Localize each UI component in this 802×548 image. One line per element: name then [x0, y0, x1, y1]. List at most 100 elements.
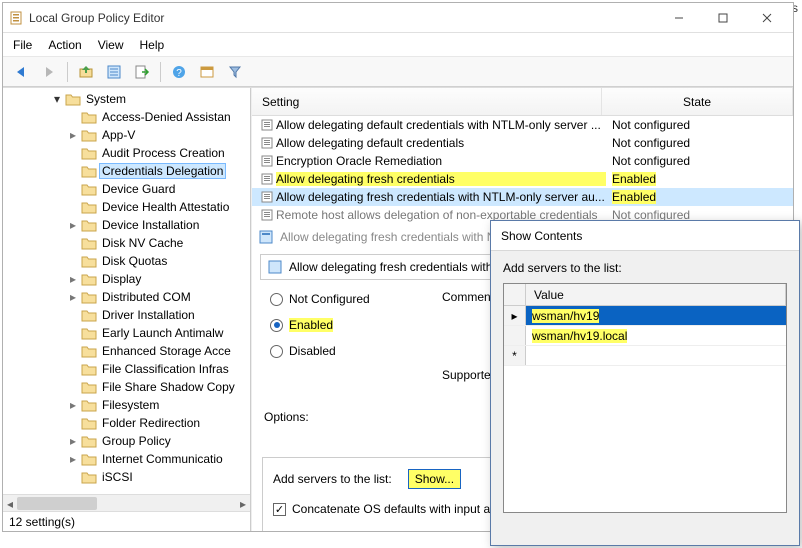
tree-item[interactable]: Folder Redirection — [3, 414, 250, 432]
tree-item[interactable]: iSCSI — [3, 468, 250, 486]
concat-checkbox[interactable]: ✓ — [273, 503, 286, 516]
list-body[interactable]: Allow delegating default credentials wit… — [252, 116, 793, 224]
minimize-button[interactable] — [657, 5, 701, 31]
tree-item[interactable]: Credentials Delegation — [3, 162, 250, 180]
chevron-right-icon[interactable]: ▸ — [67, 272, 79, 286]
chevron-right-icon[interactable]: ▸ — [67, 290, 79, 304]
setting-icon — [258, 118, 276, 132]
chevron-down-icon[interactable]: ▾ — [51, 92, 63, 106]
tree-item[interactable]: Early Launch Antimalw — [3, 324, 250, 342]
tree-label: Disk NV Cache — [99, 235, 186, 251]
tree-item[interactable]: ▸Filesystem — [3, 396, 250, 414]
col-state[interactable]: State — [602, 88, 793, 115]
tree-item[interactable]: Device Health Attestatio — [3, 198, 250, 216]
list-row[interactable]: Allow delegating default credentials wit… — [252, 116, 793, 134]
setting-icon — [258, 154, 276, 168]
list-row[interactable]: Allow delegating default credentialsNot … — [252, 134, 793, 152]
menu-file[interactable]: File — [13, 38, 32, 52]
grid-row[interactable]: wsman/hv19.local — [504, 326, 786, 346]
popup-title[interactable]: Show Contents — [491, 221, 799, 251]
tree-item[interactable]: ▸Device Installation — [3, 216, 250, 234]
list-header: Setting State — [252, 88, 793, 116]
tree-item[interactable]: File Classification Infras — [3, 360, 250, 378]
show-contents-window[interactable]: Show Contents Add servers to the list: V… — [490, 220, 800, 546]
back-button[interactable] — [9, 60, 33, 84]
add-servers-label: Add servers to the list: — [273, 472, 392, 486]
svg-text:?: ? — [176, 68, 182, 79]
tree-item[interactable]: Disk Quotas — [3, 252, 250, 270]
tree-label: iSCSI — [99, 469, 136, 485]
detail-button[interactable] — [102, 60, 126, 84]
tree-label: Credentials Delegation — [99, 163, 226, 179]
tree-item[interactable]: File Share Shadow Copy — [3, 378, 250, 396]
setting-name: Allow delegating fresh credentials — [276, 172, 606, 186]
tree-view[interactable]: ▾SystemAccess-Denied Assistan ▸ App-VAudit… — [3, 88, 250, 494]
setting-state: Not configured — [606, 118, 793, 132]
tree-item[interactable]: ▸ Distributed COM — [3, 288, 250, 306]
scroll-thumb[interactable] — [17, 497, 97, 510]
grid-cell[interactable]: wsman/hv19.local — [532, 329, 627, 343]
tree-item[interactable]: Device Guard — [3, 180, 250, 198]
setting-state: Enabled — [606, 190, 793, 204]
export-button[interactable] — [130, 60, 154, 84]
chevron-right-icon[interactable]: ▸ — [67, 128, 79, 142]
list-row[interactable]: Encryption Oracle RemediationNot configu… — [252, 152, 793, 170]
titlebar[interactable]: Local Group Policy Editor — [3, 3, 793, 33]
tree-item[interactable]: Access-Denied Assistan — [3, 108, 250, 126]
col-setting[interactable]: Setting — [252, 88, 602, 115]
tree-item[interactable]: Enhanced Storage Acce — [3, 342, 250, 360]
menubar: File Action View Help — [3, 33, 793, 57]
list-row[interactable]: Allow delegating fresh credentialsEnable… — [252, 170, 793, 188]
tree-label: File Classification Infras — [99, 361, 232, 377]
tree-label: Device Health Attestatio — [99, 199, 232, 215]
tree-item[interactable]: Driver Installation — [3, 306, 250, 324]
app-icon — [9, 10, 25, 26]
forward-button[interactable] — [37, 60, 61, 84]
help-button[interactable]: ? — [167, 60, 191, 84]
tree-item[interactable]: Disk NV Cache — [3, 234, 250, 252]
radio-enabled-label: Enabled — [289, 318, 333, 332]
chevron-right-icon[interactable]: ▸ — [67, 218, 79, 232]
setting-name: Allow delegating default credentials wit… — [276, 118, 606, 132]
list-row[interactable]: Allow delegating fresh credentials with … — [252, 188, 793, 206]
chevron-right-icon[interactable]: ▸ — [67, 452, 79, 466]
value-grid[interactable]: Value ▸ wsman/hv19 wsman/hv19.local * — [503, 283, 787, 513]
grid-new-row[interactable]: * — [504, 346, 786, 366]
tree-root[interactable]: ▾System — [3, 90, 250, 108]
tree-item[interactable]: ▸ Display — [3, 270, 250, 288]
grid-cell[interactable]: wsman/hv19 — [532, 309, 599, 323]
scroll-left-icon[interactable]: ◂ — [3, 495, 17, 512]
menu-help[interactable]: Help — [140, 38, 165, 52]
tree-item[interactable]: ▸ App-V — [3, 126, 250, 144]
tree-item[interactable]: ▸Group Policy — [3, 432, 250, 450]
menu-action[interactable]: Action — [48, 38, 81, 52]
chevron-right-icon[interactable]: ▸ — [67, 434, 79, 448]
tree-label: App-V — [99, 127, 138, 143]
view-button[interactable] — [195, 60, 219, 84]
setting-icon — [258, 136, 276, 150]
radio-icon — [270, 345, 283, 358]
col-value[interactable]: Value — [526, 284, 786, 305]
concat-label: Concatenate OS defaults with input abo — [292, 502, 503, 516]
up-button[interactable] — [74, 60, 98, 84]
grid-row[interactable]: ▸ wsman/hv19 — [504, 306, 786, 326]
maximize-button[interactable] — [701, 5, 745, 31]
menu-view[interactable]: View — [98, 38, 124, 52]
setting-name: Allow delegating default credentials — [276, 136, 606, 150]
tree-label: Display — [99, 271, 144, 287]
policy-title: Allow delegating fresh credentials with — [289, 260, 492, 274]
scroll-right-icon[interactable]: ▸ — [236, 495, 250, 512]
tree-label: File Share Shadow Copy — [99, 379, 238, 395]
tree-label: Distributed COM — [99, 289, 194, 305]
close-button[interactable] — [745, 5, 789, 31]
tree-item[interactable]: Audit Process Creation — [3, 144, 250, 162]
filter-button[interactable] — [223, 60, 247, 84]
tree-item[interactable]: ▸Internet Communicatio — [3, 450, 250, 468]
chevron-right-icon[interactable]: ▸ — [67, 398, 79, 412]
tree-label: Driver Installation — [99, 307, 198, 323]
tree-hscroll[interactable]: ◂ ▸ — [3, 494, 250, 511]
window-title: Local Group Policy Editor — [25, 11, 657, 25]
setting-icon — [258, 190, 276, 204]
tool-sep — [67, 62, 68, 82]
show-button[interactable]: Show... — [408, 469, 461, 489]
